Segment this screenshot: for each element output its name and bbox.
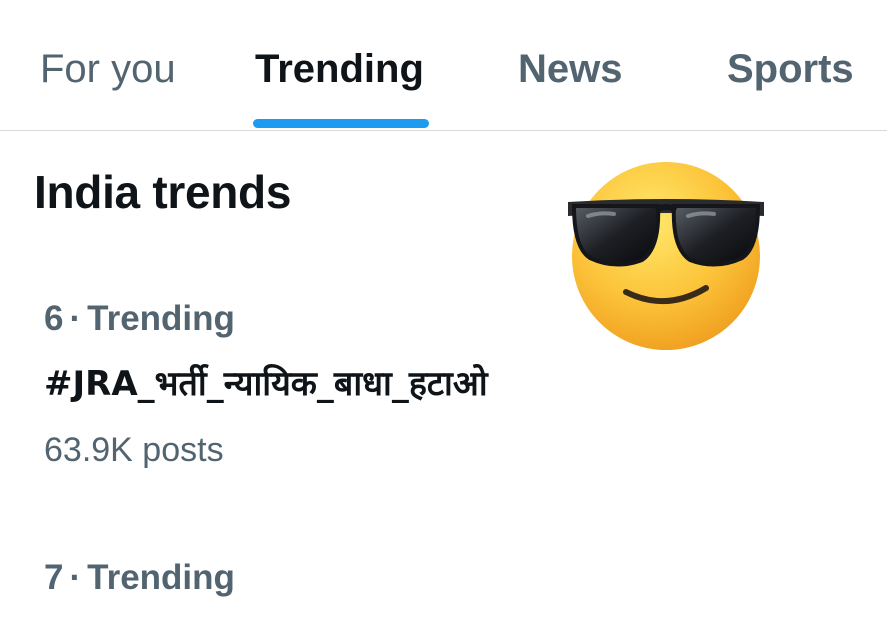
trend-item[interactable]: 7 · Trending [44, 557, 564, 599]
trend-category: Trending [87, 558, 235, 597]
trend-separator: · [69, 299, 82, 338]
tab-trending[interactable]: Trending [255, 44, 424, 94]
trend-separator: · [69, 558, 82, 597]
trend-category: Trending [87, 299, 235, 338]
section-title: India trends [34, 166, 292, 218]
tab-sports[interactable]: Sports [727, 44, 854, 94]
trend-meta: 6 · Trending [44, 298, 564, 340]
smiling-face-with-sunglasses-icon [568, 162, 764, 350]
trend-meta: 7 · Trending [44, 557, 564, 599]
tab-bar: For you Trending News Sports [0, 0, 887, 131]
tab-news[interactable]: News [518, 44, 623, 94]
trend-post-count: 63.9K posts [44, 431, 224, 469]
active-tab-indicator [253, 119, 429, 128]
trend-rank: 6 [44, 299, 64, 338]
tab-for-you[interactable]: For you [40, 44, 176, 94]
trend-rank: 7 [44, 558, 64, 597]
trend-item[interactable]: 6 · Trending #JRA_भर्ती_न्यायिक_बाधा_हटाओ … [44, 298, 564, 470]
trend-name: #JRA_भर्ती_न्यायिक_बाधा_हटाओ [44, 364, 488, 404]
